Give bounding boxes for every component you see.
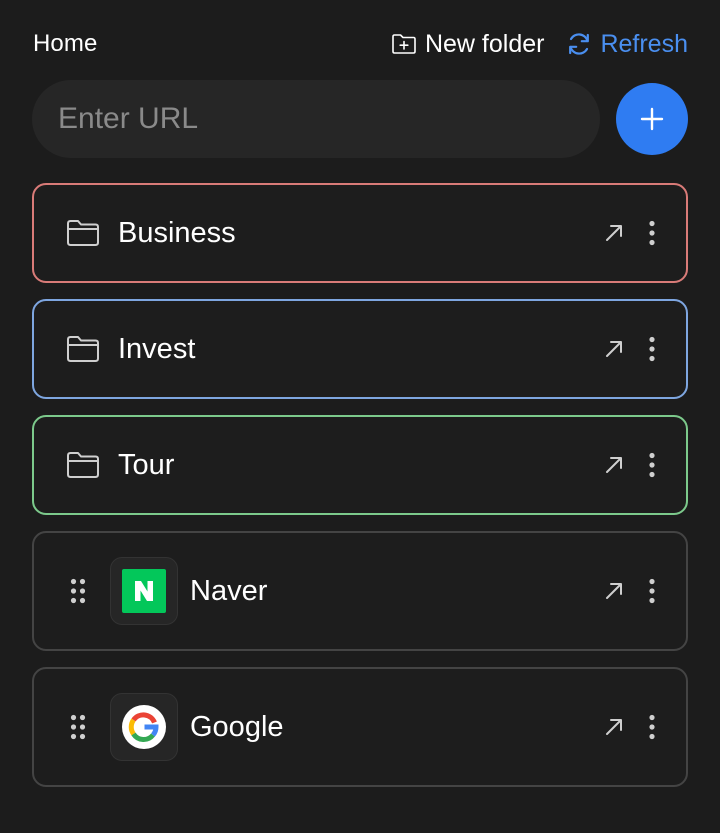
header-actions: New folder Refresh xyxy=(391,30,688,59)
more-vertical-icon xyxy=(649,578,655,604)
refresh-button[interactable]: Refresh xyxy=(566,30,688,59)
more-options-button[interactable] xyxy=(648,336,656,362)
drag-handle-icon[interactable] xyxy=(70,714,86,740)
new-folder-label: New folder xyxy=(424,29,545,58)
refresh-icon xyxy=(569,33,590,55)
add-url-button[interactable] xyxy=(616,83,688,155)
url-input[interactable] xyxy=(32,80,600,158)
card-actions xyxy=(604,220,656,246)
folder-icon xyxy=(67,220,99,246)
new-folder-button[interactable]: New folder xyxy=(391,29,545,59)
arrow-up-right-icon xyxy=(606,341,622,357)
open-button[interactable] xyxy=(604,455,624,475)
app-root: Home New folder Refresh Enter URL Busine… xyxy=(0,0,720,833)
open-button[interactable] xyxy=(604,223,624,243)
arrow-up-right-icon xyxy=(606,457,622,473)
folder-icon xyxy=(67,452,99,478)
open-button[interactable] xyxy=(604,581,624,601)
favicon xyxy=(110,557,178,625)
naver-logo-icon xyxy=(122,569,166,613)
more-options-button[interactable] xyxy=(648,714,656,740)
card-actions xyxy=(604,578,656,604)
google-logo-icon xyxy=(122,705,166,749)
link-label: Naver xyxy=(190,574,268,607)
arrow-up-right-icon xyxy=(606,225,622,241)
more-vertical-icon xyxy=(649,336,655,362)
more-vertical-icon xyxy=(649,220,655,246)
folder-icon xyxy=(67,336,99,362)
more-vertical-icon xyxy=(649,714,655,740)
card-actions xyxy=(604,452,656,478)
arrow-up-right-icon xyxy=(606,583,622,599)
folder-card-business[interactable]: Business xyxy=(32,183,688,283)
more-options-button[interactable] xyxy=(648,220,656,246)
folder-card-invest[interactable]: Invest xyxy=(32,299,688,399)
header: Home New folder Refresh xyxy=(33,26,688,62)
link-label: Google xyxy=(190,710,284,743)
card-actions xyxy=(604,714,656,740)
link-card-google[interactable]: Google xyxy=(32,667,688,787)
open-button[interactable] xyxy=(604,339,624,359)
plus-icon xyxy=(640,107,664,131)
link-card-naver[interactable]: Naver xyxy=(32,531,688,651)
open-button[interactable] xyxy=(604,717,624,737)
arrow-up-right-icon xyxy=(606,719,622,735)
folder-label: Invest xyxy=(118,332,196,365)
card-actions xyxy=(604,336,656,362)
more-options-button[interactable] xyxy=(648,452,656,478)
breadcrumb-home[interactable]: Home xyxy=(33,30,97,58)
more-vertical-icon xyxy=(649,452,655,478)
folder-plus-icon xyxy=(392,34,416,54)
drag-handle-icon[interactable] xyxy=(70,578,86,604)
folder-label: Tour xyxy=(118,448,175,481)
more-options-button[interactable] xyxy=(648,578,656,604)
url-row xyxy=(32,80,688,158)
favicon xyxy=(110,693,178,761)
folder-label: Business xyxy=(118,216,236,249)
refresh-label: Refresh xyxy=(600,29,688,58)
folder-card-tour[interactable]: Tour xyxy=(32,415,688,515)
